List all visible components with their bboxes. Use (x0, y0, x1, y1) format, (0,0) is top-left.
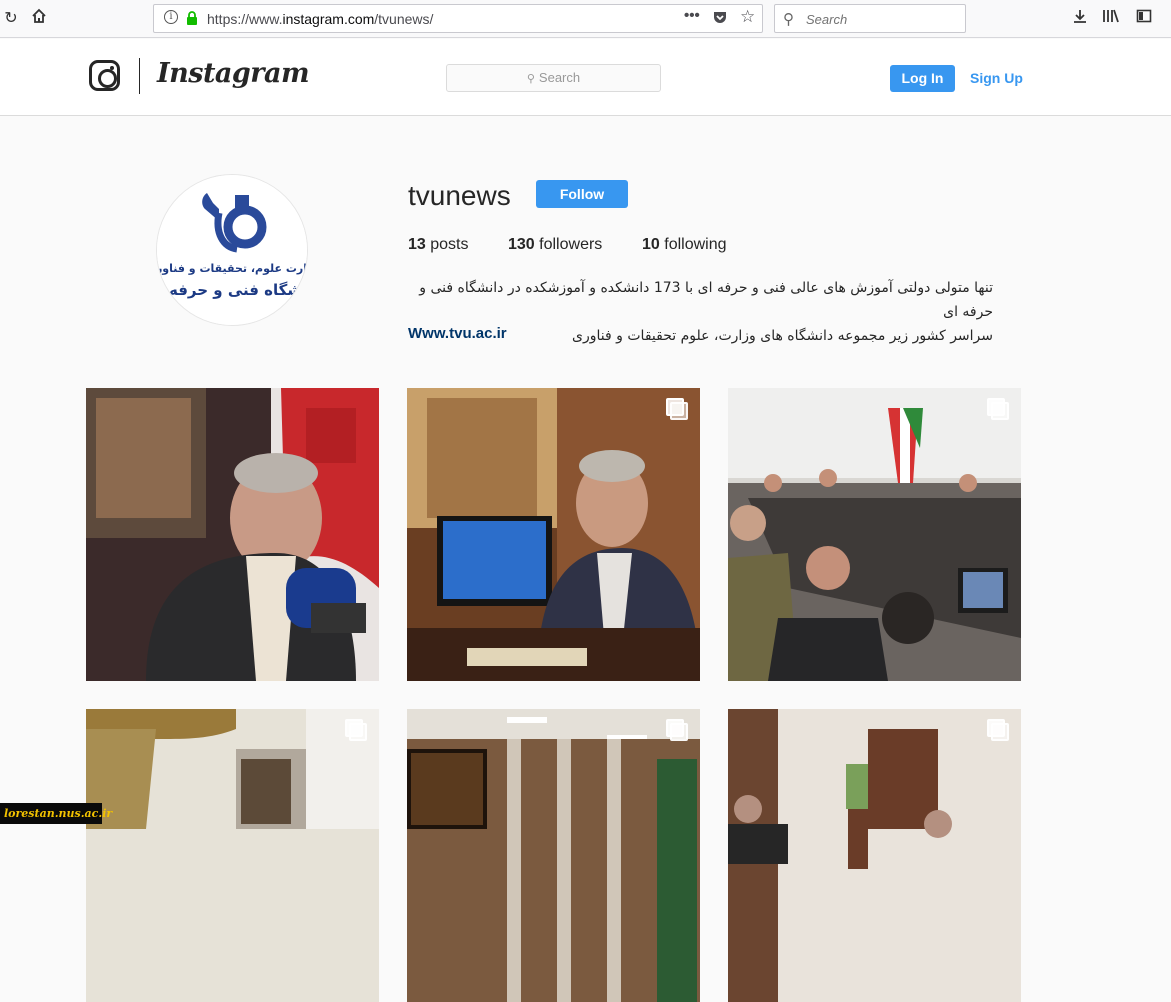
header-divider (139, 58, 140, 94)
profile-avatar[interactable]: وزارت علوم، تحقیقات و فناوری دانشگاه فنی… (156, 174, 308, 326)
search-placeholder: Search (538, 70, 581, 85)
post-thumbnail[interactable] (407, 709, 700, 1002)
url-text: https://www.instagram.com/tvunews/ (207, 11, 434, 27)
posts-stat: 13 posts (408, 236, 469, 253)
post-thumbnail[interactable] (728, 388, 1021, 681)
lock-icon[interactable] (186, 11, 198, 25)
library-icon[interactable] (1100, 8, 1122, 30)
post-image (728, 709, 1021, 1002)
sidebar-icon[interactable] (1133, 8, 1155, 30)
post-image (86, 388, 379, 681)
browser-search-input[interactable]: ⚲ Search (774, 4, 966, 33)
post-image (728, 388, 1021, 681)
avatar-text-line1: وزارت علوم، تحقیقات و فناوری (157, 262, 308, 275)
post-thumbnail[interactable] (86, 709, 379, 1002)
profile-website-link[interactable]: Www.tvu.ac.ir (408, 325, 507, 342)
followers-stat[interactable]: 130 followers (508, 236, 602, 254)
multiple-photos-icon (666, 398, 688, 420)
instagram-search-input[interactable]: ⚲ Search (446, 64, 661, 92)
profile-username: tvunews (408, 180, 511, 211)
instagram-header: Instagram ⚲ Search Log In Sign Up (0, 39, 1171, 116)
post-image (407, 709, 700, 1002)
search-placeholder: Search (806, 12, 848, 27)
instagram-camera-icon[interactable] (89, 60, 120, 91)
post-thumbnail[interactable] (728, 709, 1021, 1002)
search-icon: ⚲ (526, 73, 535, 85)
home-icon[interactable] (28, 8, 50, 30)
multiple-photos-icon (666, 719, 688, 741)
watermark-text: lorestan.nus.ac.ir (0, 803, 112, 824)
multiple-photos-icon (345, 719, 367, 741)
search-icon: ⚲ (783, 11, 794, 28)
address-bar[interactable]: i https://www.instagram.com/tvunews/ •••… (153, 4, 763, 33)
bookmark-star-icon[interactable]: ☆ (740, 7, 755, 27)
post-image (407, 388, 700, 681)
multiple-photos-icon (987, 719, 1009, 741)
page-actions-icon[interactable]: ••• (684, 7, 700, 24)
bio-line: تنها متولی دولتی آموزش های عالی فنی و حر… (419, 280, 993, 320)
browser-toolbar: ↻ i https://www.instagram.com/tvunews/ •… (0, 0, 1171, 38)
reload-icon[interactable]: ↻ (0, 8, 22, 30)
following-stat[interactable]: 10 following (642, 236, 727, 254)
signup-link[interactable]: Sign Up (970, 70, 1023, 86)
multiple-photos-icon (987, 398, 1009, 420)
pocket-icon[interactable] (712, 9, 728, 29)
post-image (86, 709, 379, 1002)
downloads-icon[interactable] (1069, 8, 1091, 30)
post-thumbnail[interactable] (86, 388, 379, 681)
info-icon[interactable]: i (164, 10, 178, 24)
avatar-text-line2: دانشگاه فنی و حرفه ای (157, 281, 308, 299)
instagram-wordmark[interactable]: Instagram (157, 58, 310, 89)
follow-button[interactable]: Follow (536, 180, 628, 208)
post-thumbnail[interactable] (407, 388, 700, 681)
login-button[interactable]: Log In (890, 65, 955, 92)
